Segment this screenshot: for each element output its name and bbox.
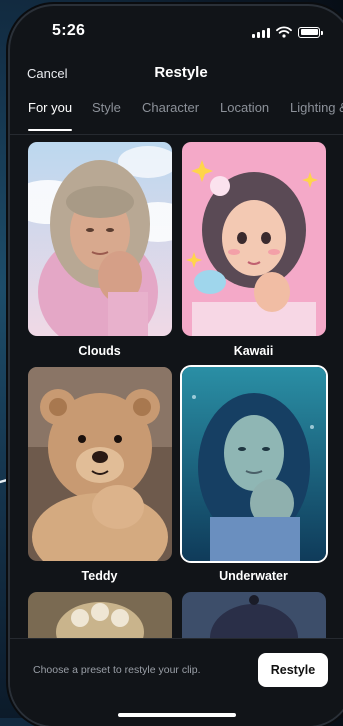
preset-label-teddy: Teddy bbox=[81, 569, 118, 583]
status-time: 5:26 bbox=[52, 22, 86, 39]
preset-thumbnail-underwater bbox=[182, 367, 326, 561]
wifi-icon bbox=[276, 26, 292, 38]
preset-card-teddy[interactable] bbox=[28, 367, 172, 561]
page-title: Restyle bbox=[154, 64, 208, 81]
preset-label-underwater: Underwater bbox=[219, 569, 288, 583]
preset-thumbnail-clouds bbox=[28, 142, 172, 336]
phone-frame: 5:26 Cancel Restyle For you Style Charac… bbox=[10, 6, 343, 726]
hint-text: Choose a preset to restyle your clip. bbox=[33, 664, 201, 676]
preset-thumbnail-teddy bbox=[28, 367, 172, 561]
preset-thumbnail-kawaii bbox=[182, 142, 326, 336]
status-icons bbox=[252, 26, 323, 38]
preset-card-clouds[interactable] bbox=[28, 142, 172, 336]
active-tab-indicator bbox=[28, 129, 72, 131]
tab-location[interactable]: Location bbox=[220, 100, 269, 115]
tab-character[interactable]: Character bbox=[142, 100, 199, 115]
home-indicator bbox=[118, 713, 236, 717]
restyle-button[interactable]: Restyle bbox=[258, 653, 328, 687]
tab-style[interactable]: Style bbox=[92, 100, 121, 115]
preset-card-underwater[interactable] bbox=[182, 367, 326, 561]
category-tabs: For you Style Character Location Lightin… bbox=[10, 98, 343, 135]
bottom-bar: Choose a preset to restyle your clip. Re… bbox=[10, 638, 343, 726]
battery-icon bbox=[298, 26, 323, 38]
preset-label-clouds: Clouds bbox=[78, 344, 121, 358]
tab-for-you[interactable]: For you bbox=[28, 100, 72, 115]
status-bar: 5:26 bbox=[10, 6, 343, 58]
tab-lighting[interactable]: Lighting & bbox=[290, 100, 343, 115]
signal-icon bbox=[252, 27, 270, 38]
nav-bar: Cancel Restyle bbox=[10, 62, 343, 84]
preset-label-kawaii: Kawaii bbox=[233, 344, 274, 358]
preset-card-kawaii[interactable] bbox=[182, 142, 326, 336]
